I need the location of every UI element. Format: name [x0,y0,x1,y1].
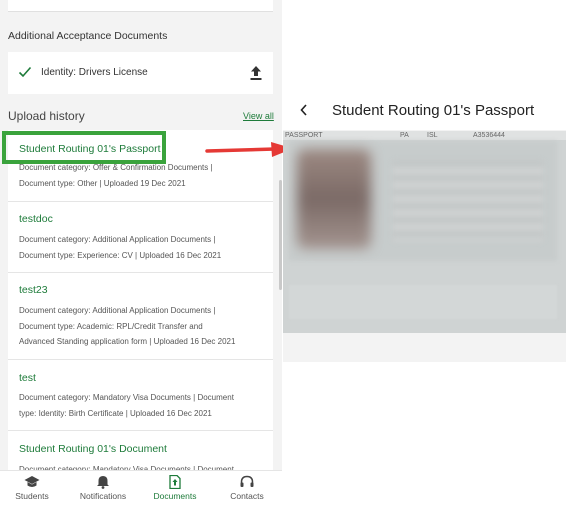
scrollbar[interactable] [279,180,282,290]
nav-label: Contacts [230,491,264,501]
documents-screen: Additional Acceptance Documents Identity… [0,0,282,507]
passport-text-blur [393,161,543,241]
identity-document-card[interactable]: Identity: Drivers License [8,52,273,94]
history-item[interactable]: test Document category: Mandatory Visa D… [8,360,273,431]
history-item-meta: Document category: Additional Applicatio… [19,235,222,260]
history-item-meta: Document category: Mandatory Visa Docume… [19,465,234,470]
passport-code: ISL [427,132,438,139]
passport-code: PA [400,132,409,139]
viewer-header: Student Routing 01's Passport [283,90,566,130]
red-arrow [205,142,293,157]
nav-notifications[interactable]: Notifications [68,475,138,501]
nav-label: Notifications [79,491,127,501]
upload-history-list: Student Routing 01's Passport Document c… [8,130,273,470]
nav-students[interactable]: Students [0,475,67,501]
history-item[interactable]: testdoc Document category: Additional Ap… [8,202,273,273]
viewer-title: Student Routing 01's Passport [332,102,535,119]
upload-history-title: Upload history [8,109,85,123]
history-item-title[interactable]: test23 [19,284,48,296]
highlight-box [2,131,166,164]
passport-label: PASSPORT [285,132,323,139]
history-item[interactable]: test23 Document category: Additional App… [8,273,273,360]
history-item-meta: Document category: Additional Applicatio… [19,306,236,346]
bottom-navigation: Students Notifications Documents Contact… [0,470,282,507]
view-all-link[interactable]: View all [243,111,274,121]
document-viewer: Student Routing 01's Passport PASSPORT P… [283,90,566,362]
identity-document-label: Identity: Drivers License [41,67,148,78]
history-item-meta: Document category: Mandatory Visa Docume… [19,393,234,418]
history-item-title[interactable]: test [19,372,36,384]
section-title: Additional Acceptance Documents [8,30,168,42]
bell-icon [97,476,109,489]
history-item[interactable]: Student Routing 01's Document Document c… [8,431,273,470]
history-item-title[interactable]: testdoc [19,213,53,225]
document-upload-icon [169,475,181,489]
upload-icon[interactable] [249,65,263,81]
back-arrow-icon[interactable] [299,104,309,116]
passport-number: A3536444 [473,132,505,139]
passport-photo [297,149,371,249]
passport-mrz-area [289,285,557,319]
nav-contacts[interactable]: Contacts [212,475,282,501]
passport-image: PASSPORT PA ISL A3536444 [283,131,566,333]
passport-header: PASSPORT PA ISL A3536444 [283,131,566,140]
nav-documents[interactable]: Documents [140,475,210,501]
check-icon [18,66,32,78]
nav-label: Documents [153,491,197,501]
headset-icon [240,475,254,487]
top-card [8,0,273,12]
nav-label: Students [15,491,49,501]
history-item-title[interactable]: Student Routing 01's Document [19,443,167,455]
history-item-meta: Document category: Offer & Confirmation … [19,163,213,188]
graduation-cap-icon [24,476,40,487]
